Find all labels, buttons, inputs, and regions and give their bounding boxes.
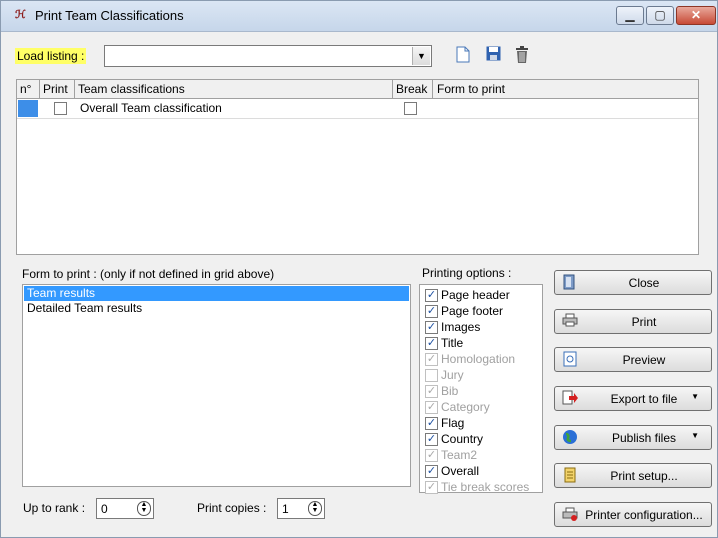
new-document-icon[interactable] <box>453 46 473 66</box>
list-item[interactable]: Detailed Team results <box>24 301 409 316</box>
close-window-button[interactable]: ✕ <box>676 6 716 25</box>
column-divider <box>432 80 433 98</box>
print-copies-label: Print copies : <box>197 501 267 515</box>
row-selector[interactable] <box>18 100 38 117</box>
globe-icon <box>561 429 579 447</box>
form-to-print-list[interactable]: Team results Detailed Team results <box>22 284 411 487</box>
delete-icon[interactable] <box>512 46 532 66</box>
up-to-rank-stepper[interactable]: 0 ▲ ▼ <box>96 498 154 519</box>
table-row[interactable]: Overall Team classification <box>17 99 698 119</box>
column-divider <box>392 80 393 98</box>
option-label: Bib <box>441 384 459 398</box>
print-button[interactable]: Print <box>554 309 712 334</box>
option-checkbox: ✓ <box>425 385 438 398</box>
preview-button[interactable]: Preview <box>554 347 712 372</box>
col-form-to-print: Form to print <box>437 82 506 96</box>
option-checkbox: ✓ <box>425 481 438 494</box>
option-checkbox[interactable]: ✓ <box>425 321 438 334</box>
print-button-label: Print <box>631 315 657 329</box>
printing-options-label: Printing options : <box>422 266 512 280</box>
option-checkbox[interactable]: ✓ <box>425 337 438 350</box>
option-checkbox: ✓ <box>425 401 438 414</box>
option-label: Page header <box>441 288 510 302</box>
load-listing-dropdown[interactable]: ▼ <box>104 45 432 67</box>
up-to-rank-label: Up to rank : <box>23 501 86 515</box>
save-icon[interactable] <box>483 46 503 66</box>
option-checkbox[interactable]: ✓ <box>425 465 438 478</box>
printer-icon <box>561 313 579 331</box>
option-checkbox[interactable]: ✓ <box>425 417 438 430</box>
option-label: Team2 <box>441 448 478 462</box>
close-button[interactable]: Close <box>554 270 712 295</box>
col-team-classifications: Team classifications <box>78 82 185 96</box>
print-setup-icon <box>561 467 579 485</box>
app-icon: ℋ <box>15 9 26 21</box>
option-checkbox: ✓ <box>425 353 438 366</box>
option-checkbox[interactable]: ✓ <box>425 289 438 302</box>
print-team-window: ℋ Print Team Classifications ▁ ▢ ✕ Load … <box>0 0 718 538</box>
option-checkbox: ✓ <box>425 449 438 462</box>
col-number: n° <box>20 82 32 96</box>
option-label: Overall <box>441 464 480 478</box>
print-copies-stepper[interactable]: 1 ▲ ▼ <box>277 498 325 519</box>
preview-icon <box>561 351 579 369</box>
option-label: Page footer <box>441 304 504 318</box>
option-label: Category <box>441 400 490 414</box>
stepper-arrows-icon[interactable]: ▲ ▼ <box>308 501 322 516</box>
maximize-button[interactable]: ▢ <box>646 6 674 25</box>
up-to-rank-value: 0 <box>101 502 108 516</box>
option-checkbox <box>425 369 438 382</box>
title-bar[interactable]: ℋ Print Team Classifications ▁ ▢ ✕ <box>1 1 717 32</box>
row-print-checkbox[interactable] <box>54 102 67 115</box>
publish-files-button[interactable]: Publish files ▼ <box>554 425 712 450</box>
printer-configuration-button[interactable]: Printer configuration... <box>554 502 712 527</box>
preview-button-label: Preview <box>622 353 666 367</box>
chevron-down-icon: ▼ <box>691 392 699 401</box>
option-label: Jury <box>441 368 464 382</box>
option-label: Images <box>441 320 481 334</box>
row-team-name: Overall Team classification <box>80 101 222 115</box>
publish-button-label: Publish files <box>611 431 677 445</box>
export-button-label: Export to file <box>610 392 678 406</box>
column-divider <box>39 80 40 98</box>
chevron-down-icon[interactable]: ▼ <box>412 47 430 65</box>
option-checkbox[interactable]: ✓ <box>425 433 438 446</box>
option-label: Flag <box>441 416 465 430</box>
window-title: Print Team Classifications <box>35 8 184 23</box>
team-classification-grid[interactable]: n° Print Team classifications Break Form… <box>16 79 699 255</box>
close-door-icon <box>561 274 579 292</box>
option-label: Tie break scores <box>441 480 530 494</box>
chevron-down-icon: ▼ <box>691 431 699 440</box>
row-break-checkbox[interactable] <box>404 102 417 115</box>
option-checkbox[interactable]: ✓ <box>425 305 438 318</box>
print-setup-button-label: Print setup... <box>610 469 678 483</box>
option-label: Title <box>441 336 464 350</box>
maximize-icon: ▢ <box>654 8 666 22</box>
printer-config-icon <box>561 506 579 524</box>
col-break: Break <box>396 82 428 96</box>
load-listing-label: Load listing : <box>15 48 87 64</box>
printer-config-button-label: Printer configuration... <box>585 508 703 522</box>
minimize-button[interactable]: ▁ <box>616 6 644 25</box>
stepper-arrows-icon[interactable]: ▲ ▼ <box>137 501 151 516</box>
export-icon <box>561 390 579 408</box>
close-icon: ✕ <box>690 8 702 22</box>
column-divider <box>74 80 75 98</box>
option-label: Country <box>441 432 484 446</box>
close-button-label: Close <box>628 276 660 290</box>
print-setup-button[interactable]: Print setup... <box>554 463 712 488</box>
list-item[interactable]: Team results <box>24 286 409 301</box>
print-copies-value: 1 <box>282 502 289 516</box>
option-label: Homologation <box>441 352 516 366</box>
export-to-file-button[interactable]: Export to file ▼ <box>554 386 712 411</box>
grid-header: n° Print Team classifications Break Form… <box>17 80 698 99</box>
col-print: Print <box>43 82 68 96</box>
form-to-print-label: Form to print : (only if not defined in … <box>22 267 275 281</box>
printing-options-list[interactable]: ✓ Page header ✓ Page footer ✓ Images ✓ Title ✓ Ho… <box>419 284 543 494</box>
minimize-icon: ▁ <box>625 8 635 22</box>
